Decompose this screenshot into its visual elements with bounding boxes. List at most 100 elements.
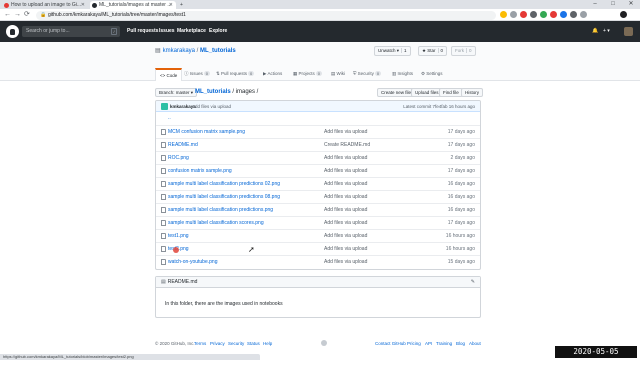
tab-settings[interactable]: ⚙ Settings [421,68,443,81]
file-name-link[interactable]: sample multi label classification predic… [168,204,273,216]
nav-marketplace[interactable]: Marketplace [177,21,206,42]
upload-files-button[interactable]: Upload files [411,88,443,97]
file-name-link[interactable]: watch-on-youtube.png [168,256,217,268]
extension-icon[interactable] [510,11,517,18]
file-commit-message-link[interactable]: Add files via upload [324,204,367,216]
file-row[interactable]: ROC.png Add files via upload 2 days ago [156,151,480,164]
footer-link-status[interactable]: Status [247,340,260,348]
extension-icon[interactable] [540,11,547,18]
extension-icon[interactable] [570,11,577,18]
file-commit-message-link[interactable]: Add files via upload [324,126,367,138]
footer-link-about[interactable]: About [469,340,481,348]
extension-icon[interactable] [560,11,567,18]
bookmark-star-icon[interactable] [500,11,507,18]
footer-link-privacy[interactable]: Privacy [210,340,225,348]
file-name-link[interactable]: test1.png [168,230,189,242]
file-commit-message-link[interactable]: Create README.md [324,139,370,151]
fork-button[interactable]: Fork 0 [451,46,476,56]
tab-security[interactable]: ⛨ Security 0 [353,68,382,81]
extension-icon[interactable] [530,11,537,18]
extension-icon[interactable] [520,11,527,18]
github-mark-icon[interactable] [321,340,327,346]
file-commit-message-link[interactable]: Add files via upload [324,217,367,229]
tab-code[interactable]: <> Code [155,68,183,81]
edit-pencil-icon[interactable]: ✎ [471,277,475,288]
nav-explore[interactable]: Explore [209,21,227,42]
create-new-menu[interactable]: + ▾ [603,21,610,42]
nav-pull-requests[interactable]: Pull requests [127,21,158,42]
file-commit-message-link[interactable]: Add files via upload [324,230,367,242]
file-row[interactable]: sample multi label classification predic… [156,203,480,216]
footer-link-terms[interactable]: Terms [194,340,206,348]
tab-insights[interactable]: ▥ Insights [392,68,413,81]
file-commit-message-link[interactable]: Add files via upload [324,191,367,203]
branch-select-button[interactable]: Branch: master ▾ [155,88,198,97]
extension-icon[interactable] [550,11,557,18]
close-tab-icon[interactable]: ✕ [169,1,173,9]
search-input[interactable]: Search or jump to... / [22,26,120,37]
latest-commit-info[interactable]: Latest commit 7fe4fab 16 hours ago [403,101,475,112]
history-button[interactable]: History [461,88,484,97]
file-row[interactable]: sample multi label classification scores… [156,216,480,229]
file-row[interactable]: test1.png Add files via upload 16 hours ag… [156,229,480,242]
file-name-link[interactable]: README.md [168,139,198,151]
browser-tab-2[interactable]: ML_tutorials/images at master ... ✕ [90,1,176,9]
extension-icon[interactable] [580,11,587,18]
find-file-button[interactable]: Find file [439,88,463,97]
file-commit-message-link[interactable]: Add files via upload [324,152,367,164]
tab-issues[interactable]: ⓘ Issues 0 [184,68,211,81]
tab-wiki[interactable]: ▤ Wiki [331,68,345,81]
file-name-link[interactable]: ROC.png [168,152,189,164]
file-name-link[interactable]: .. [168,112,171,124]
reload-icon[interactable]: ⟳ [24,10,30,20]
user-avatar[interactable] [624,27,633,36]
back-icon[interactable]: ← [4,10,11,20]
footer-link-blog[interactable]: Blog [456,340,465,348]
github-logo-icon[interactable] [6,25,19,38]
file-name-link[interactable]: sample multi label classification scores… [168,217,264,229]
file-row[interactable]: test2.pngAdd files via upload16 hours ag… [156,242,480,255]
new-tab-button[interactable]: + [178,1,188,9]
repo-name-link[interactable]: ML_tutorials [200,48,236,54]
file-row[interactable]: README.md Create README.md 17 days ago [156,138,480,151]
tab-projects[interactable]: ▦ Projects 0 [293,68,323,81]
file-row[interactable]: confusion matrix sample.png Add files via… [156,164,480,177]
file-row[interactable]: MCM confusion matrix sample.png Add files… [156,125,480,138]
notifications-bell-icon[interactable]: 🔔 [592,21,598,42]
footer-link-training[interactable]: Training [436,340,452,348]
file-row[interactable]: sample multi label classification predic… [156,190,480,203]
footer-link-api[interactable]: API [425,340,432,348]
footer-link-help[interactable]: Help [263,340,272,348]
file-name-link[interactable]: MCM confusion matrix sample.png [168,126,245,138]
breadcrumb-repo-link[interactable]: ML_tutorials [195,89,231,95]
profile-avatar-icon[interactable] [620,11,627,18]
footer-link-contact[interactable]: Contact GitHub [375,340,406,348]
footer-link-pricing[interactable]: Pricing [407,340,421,348]
star-button[interactable]: ★ Star 0 [418,46,448,56]
file-row[interactable]: sample multi label classification predic… [156,177,480,190]
file-commit-message-link[interactable]: Add files via upload [324,165,367,177]
forward-icon[interactable]: → [14,10,21,20]
minimize-icon[interactable]: – [586,0,604,9]
tab-actions[interactable]: ▶ Actions [263,68,282,81]
address-bar[interactable]: 🔒 github.com/kmkarakaya/ML_tutorials/tre… [36,10,496,20]
footer-link-security[interactable]: Security [228,340,244,348]
file-commit-message-link[interactable]: Add files via upload [324,243,367,255]
browser-tab-1[interactable]: How to upload an image to Gi... ✕ [2,1,88,9]
maximize-icon[interactable]: □ [604,0,622,9]
commit-message-link[interactable]: Add files via upload [192,101,231,112]
file-row[interactable]: watch-on-youtube.png Add files via upload… [156,255,480,268]
file-commit-message-link[interactable]: Add files via upload [324,256,367,268]
file-name-link[interactable]: sample multi label classification predic… [168,191,280,203]
repo-owner-link[interactable]: kmkarakaya [163,48,195,54]
commit-author-avatar[interactable] [161,103,168,110]
create-new-file-button[interactable]: Create new file [377,88,416,97]
parent-directory-row[interactable]: .. [156,112,480,125]
close-tab-icon[interactable]: ✕ [81,1,85,9]
close-window-icon[interactable]: ✕ [622,0,640,9]
tab-pull-requests[interactable]: ⇅ Pull requests 0 [216,68,255,81]
file-name-link[interactable]: confusion matrix sample.png [168,165,232,177]
nav-issues[interactable]: Issues [159,21,175,42]
file-commit-message-link[interactable]: Add files via upload [324,178,367,190]
file-name-link[interactable]: sample multi label classification predic… [168,178,280,190]
